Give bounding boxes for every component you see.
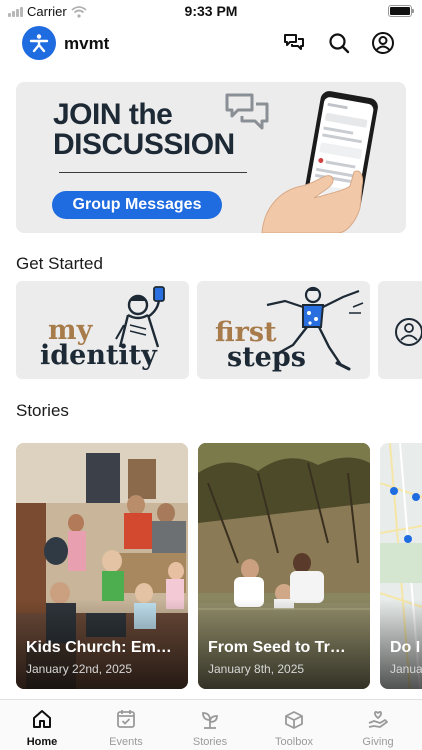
battery-icon xyxy=(388,5,414,17)
story-card[interactable]: Do I… Janua… xyxy=(380,443,422,689)
my-identity-card[interactable]: my identity xyxy=(16,281,189,379)
story-title: Kids Church: Em… xyxy=(26,639,172,656)
stories-title: Stories xyxy=(16,401,69,420)
profile-icon[interactable] xyxy=(371,31,395,55)
group-messages-button[interactable]: Group Messages xyxy=(52,191,222,219)
get-started-card-3[interactable] xyxy=(378,281,422,379)
tab-label: Home xyxy=(26,736,58,748)
discussion-banner[interactable]: JOIN the DISCUSSION Group Messages xyxy=(16,82,406,233)
tab-giving[interactable]: Giving xyxy=(336,700,420,750)
calendar-check-icon xyxy=(117,710,135,728)
messages-icon[interactable] xyxy=(282,31,306,55)
tab-label: Events xyxy=(109,736,143,748)
banner-title: JOIN the DISCUSSION xyxy=(53,100,235,160)
logo-figure-icon xyxy=(29,34,49,53)
giving-hand-icon xyxy=(368,711,388,728)
tab-home[interactable]: Home xyxy=(0,700,84,750)
banner-divider xyxy=(59,172,247,173)
tab-toolbox[interactable]: Toolbox xyxy=(252,700,336,750)
status-bar: Carrier 9:33 PM xyxy=(0,0,422,22)
sprout-icon xyxy=(202,712,218,729)
story-date: Janua… xyxy=(390,662,422,676)
toolbox-icon xyxy=(285,711,303,729)
tab-events[interactable]: Events xyxy=(84,700,168,750)
story-card[interactable]: From Seed to Tr… January 8th, 2025 xyxy=(198,443,370,689)
story-date: January 22nd, 2025 xyxy=(26,662,133,676)
running-person-illustration xyxy=(266,286,364,371)
story-date: January 8th, 2025 xyxy=(208,662,305,676)
banner-title-line1: JOIN the xyxy=(53,98,173,131)
phone-hand-illustration xyxy=(261,91,378,233)
app-logo[interactable] xyxy=(22,26,56,60)
tab-label: Giving xyxy=(362,736,394,748)
app-header: mvmt xyxy=(0,24,422,64)
story-card[interactable]: Kids Church: Em… January 22nd, 2025 xyxy=(16,443,188,689)
tab-bar: Home Events Stories Toolbox Giving xyxy=(0,699,422,750)
person-selfie-illustration xyxy=(115,286,165,348)
status-time: 9:33 PM xyxy=(184,3,238,19)
first-steps-card[interactable]: first steps xyxy=(197,281,370,379)
avatar-illustration xyxy=(395,318,422,346)
home-icon xyxy=(33,710,51,728)
story-title: From Seed to Tr… xyxy=(208,639,346,656)
app-name: mvmt xyxy=(64,34,110,53)
banner-title-line2: DISCUSSION xyxy=(53,128,235,161)
story-title: Do I… xyxy=(390,639,422,656)
tab-stories[interactable]: Stories xyxy=(168,700,252,750)
tab-label: Stories xyxy=(192,736,228,748)
search-icon[interactable] xyxy=(327,31,351,55)
tab-label: Toolbox xyxy=(275,736,313,748)
get-started-title: Get Started xyxy=(16,254,103,273)
